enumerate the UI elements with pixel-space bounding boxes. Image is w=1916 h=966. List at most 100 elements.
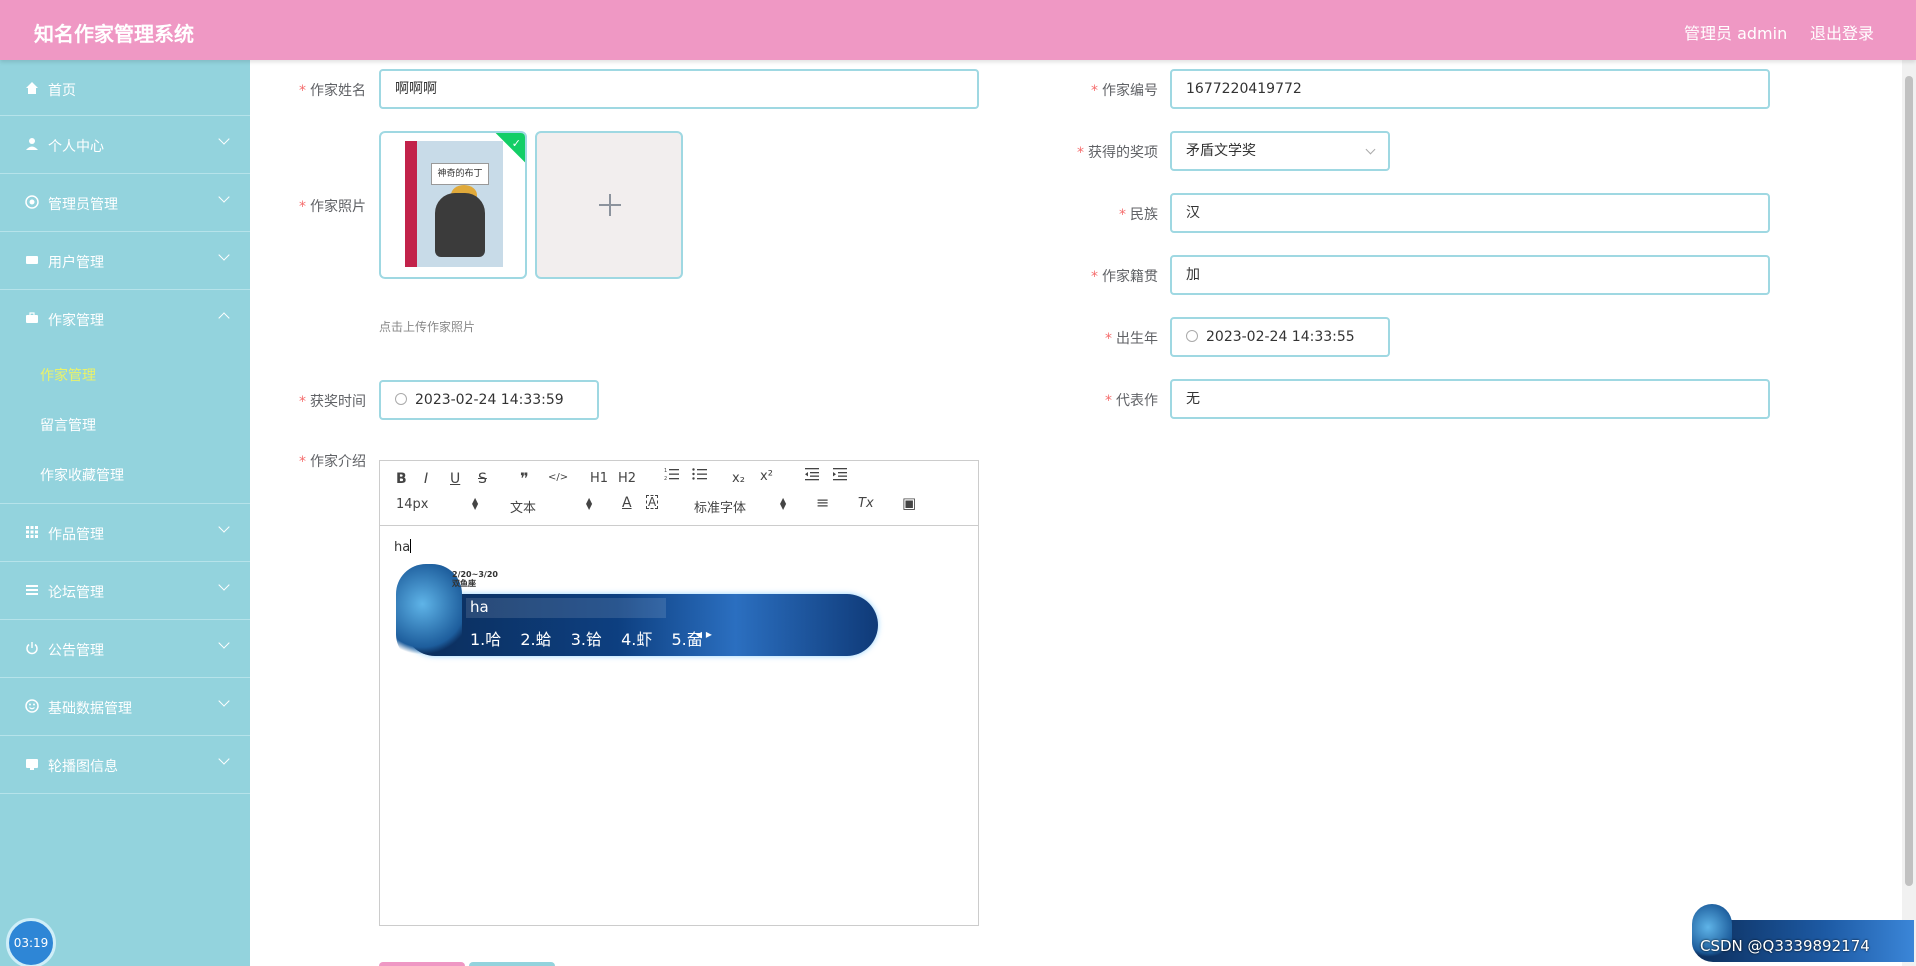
sidebar-item-notices[interactable]: 公告管理: [0, 620, 250, 678]
sidebar-item-label: 轮播图信息: [48, 759, 118, 775]
bold-button[interactable]: B: [396, 471, 407, 487]
name-input[interactable]: 啊啊啊: [379, 69, 979, 109]
sidebar-item-works[interactable]: 作品管理: [0, 504, 250, 562]
outdent-button[interactable]: [804, 467, 820, 485]
sidebar-item-label: 个人中心: [48, 139, 104, 155]
h2-button[interactable]: H2: [618, 471, 636, 486]
award-time-picker[interactable]: 2023-02-24 14:33:59: [379, 380, 599, 420]
sidebar-subitem-writers[interactable]: 作家管理: [0, 348, 250, 398]
user-icon: [24, 136, 40, 152]
grid-icon: [24, 524, 40, 540]
clock-icon: [395, 393, 407, 405]
uploaded-photo[interactable]: 神奇的布丁 ✓: [379, 131, 527, 279]
chevron-down-icon: [1365, 144, 1376, 155]
chevron-down-icon: [218, 191, 230, 203]
page-scrollbar[interactable]: [1902, 60, 1916, 966]
image-button[interactable]: ▣: [902, 494, 916, 512]
indent-button[interactable]: [832, 467, 848, 485]
clear-format-button[interactable]: Tx: [858, 496, 874, 511]
award-select[interactable]: 矛盾文学奖: [1170, 131, 1390, 171]
sidebar-item-label: 论坛管理: [48, 585, 104, 601]
align-button[interactable]: ≡: [816, 493, 829, 512]
superscript-button[interactable]: x²: [760, 469, 773, 484]
ime-candidates[interactable]: 1.哈 2.蛤 3.铪 4.虾 5.奤: [470, 626, 717, 650]
admin-user-label: 管理员 admin: [1684, 24, 1788, 43]
sidebar-item-label: 首页: [48, 83, 76, 99]
intro-editor[interactable]: B I U S ❞ </> H1 H2 12 x₂ x² 14px ▲ ▼ 文本 …: [379, 460, 979, 926]
sidebar-item-personal[interactable]: 个人中心: [0, 116, 250, 174]
clock-icon: [1186, 330, 1198, 342]
ordered-list-button[interactable]: 12: [664, 467, 680, 485]
bullet-list-button[interactable]: [692, 467, 708, 485]
strike-button[interactable]: S: [478, 471, 487, 487]
text-type-select[interactable]: 文本: [510, 497, 536, 516]
sidebar-item-label: 作品管理: [48, 527, 104, 543]
award-time-label: * 获奖时间: [299, 394, 366, 410]
sidebar-item-label: 公告管理: [48, 643, 104, 659]
number-input[interactable]: 1677220419772: [1170, 69, 1770, 109]
logout-link[interactable]: 退出登录: [1810, 20, 1874, 44]
sidebar-item-home[interactable]: 首页: [0, 60, 250, 116]
sidebar-item-carousel[interactable]: 轮播图信息: [0, 736, 250, 794]
sidebar: 首页 个人中心 管理员管理 用户管理 作家管理 作家管理 留言管理 作家收藏管理…: [0, 60, 250, 966]
quote-button[interactable]: ❞: [520, 469, 529, 488]
sidebar-item-users[interactable]: 用户管理: [0, 232, 250, 290]
admin-icon: [24, 194, 40, 210]
ime-candidate[interactable]: 1.哈: [470, 630, 501, 649]
ime-next-page-icon[interactable]: ◂ ▸: [696, 627, 712, 641]
origin-label: * 作家籍贯: [1091, 269, 1158, 285]
scrollbar-thumb[interactable]: [1905, 76, 1913, 886]
sidebar-item-label: 管理员管理: [48, 197, 118, 213]
chevron-down-icon: [218, 695, 230, 707]
ime-input-text: ha: [466, 598, 666, 618]
chevron-down-icon: [218, 579, 230, 591]
check-icon: ✓: [511, 137, 521, 150]
sidebar-item-base-data[interactable]: 基础数据管理: [0, 678, 250, 736]
chevron-up-icon: [218, 312, 230, 324]
works-input[interactable]: 无: [1170, 379, 1770, 419]
intro-label: * 作家介绍: [299, 454, 366, 470]
ime-candidate[interactable]: 2.蛤: [520, 630, 551, 649]
birth-picker[interactable]: 2023-02-24 14:33:55: [1170, 317, 1390, 357]
code-button[interactable]: </>: [548, 472, 568, 483]
chevron-down-icon: [218, 637, 230, 649]
updown-icon: ▲ ▼: [472, 496, 479, 511]
background-color-button[interactable]: A: [646, 495, 659, 509]
smile-icon: [24, 698, 40, 714]
font-family-select[interactable]: 标准字体: [694, 497, 746, 516]
updown-icon: ▲ ▼: [780, 496, 787, 511]
app-title: 知名作家管理系统: [34, 22, 194, 46]
ethnic-input[interactable]: 汉: [1170, 193, 1770, 233]
sidebar-subitem-favorites[interactable]: 作家收藏管理: [0, 448, 250, 504]
underline-button[interactable]: U: [450, 471, 460, 487]
ime-candidate[interactable]: 4.虾: [621, 630, 652, 649]
sidebar-item-writers[interactable]: 作家管理: [0, 290, 250, 348]
award-label: * 获得的奖项: [1077, 145, 1158, 161]
subscript-button[interactable]: x₂: [732, 471, 745, 486]
briefcase-icon: [24, 310, 40, 326]
home-icon: [24, 80, 40, 96]
editor-content[interactable]: ha: [394, 539, 412, 555]
h1-button[interactable]: H1: [590, 471, 608, 486]
submit-button[interactable]: [379, 962, 465, 966]
svg-text:1: 1: [664, 468, 667, 474]
upload-hint: 点击上传作家照片: [379, 320, 476, 334]
ime-candidate[interactable]: 3.铪: [571, 630, 602, 649]
upload-add-button[interactable]: [535, 131, 683, 279]
sidebar-item-forum[interactable]: 论坛管理: [0, 562, 250, 620]
cancel-button[interactable]: [469, 962, 555, 966]
number-label: * 作家编号: [1091, 83, 1158, 99]
chevron-down-icon: [218, 521, 230, 533]
ime-candidate-window[interactable]: 2/20~3/20 双鱼座 ha 1.哈 2.蛤 3.铪 4.虾 5.奤 ◂ ▸: [396, 564, 878, 664]
timer-badge[interactable]: 03:19: [6, 918, 56, 966]
sidebar-item-admins[interactable]: 管理员管理: [0, 174, 250, 232]
birth-label: * 出生年: [1105, 331, 1158, 347]
svg-text:2: 2: [664, 476, 667, 481]
ime-date: 2/20~3/20 双鱼座: [452, 570, 498, 588]
sidebar-subitem-messages[interactable]: 留言管理: [0, 398, 250, 448]
font-size-select[interactable]: 14px: [396, 497, 429, 512]
font-color-button[interactable]: A: [622, 495, 632, 511]
list-icon: [24, 582, 40, 598]
italic-button[interactable]: I: [424, 471, 428, 487]
origin-input[interactable]: 加: [1170, 255, 1770, 295]
